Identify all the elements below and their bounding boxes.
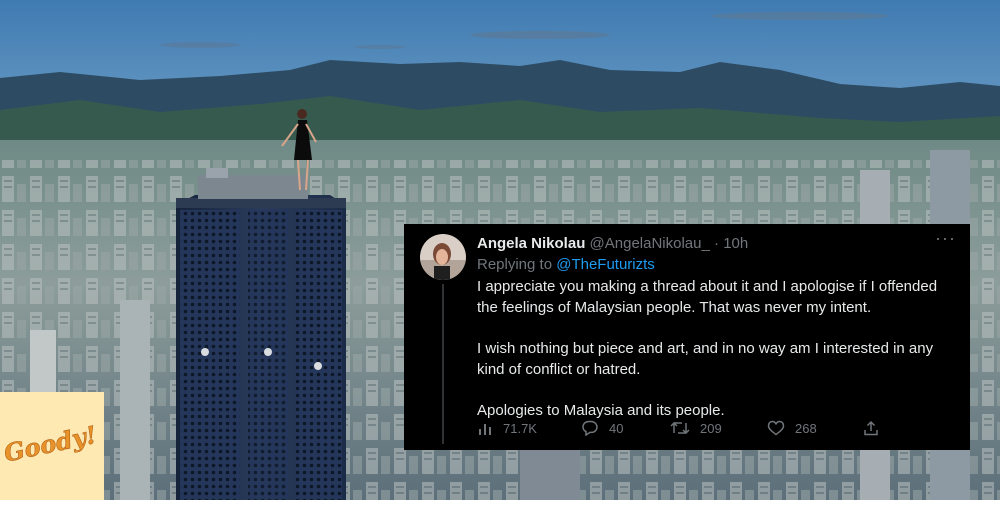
- share-icon: [864, 420, 878, 436]
- like-icon: [767, 420, 785, 436]
- reply-count: 40: [609, 420, 624, 436]
- share-button[interactable]: [863, 420, 879, 436]
- goody-logo: Goody!: [0, 392, 104, 500]
- separator: ·: [714, 235, 720, 252]
- retweet-icon: [670, 421, 690, 435]
- tweet-paragraph: I appreciate you making a thread about i…: [477, 278, 938, 316]
- tweet-text: I appreciate you making a thread about i…: [477, 276, 962, 421]
- views-icon: [479, 424, 491, 435]
- reply-icon: [582, 420, 598, 436]
- more-icon[interactable]: ···: [935, 228, 956, 249]
- retweet-count: 209: [700, 420, 722, 436]
- tweet-paragraph: Apologies to Malaysia and its people.: [477, 402, 725, 419]
- tweet-header: Angela Nikolau @AngelaNikolau_ · 10h: [477, 235, 748, 252]
- replying-to: Replying to @TheFuturizts: [477, 256, 655, 273]
- tweet-card: Angela Nikolau @AngelaNikolau_ · 10h ···…: [404, 224, 970, 450]
- replying-prefix: Replying to: [477, 256, 557, 273]
- user-handle[interactable]: @AngelaNikolau_: [590, 235, 710, 252]
- goody-logo-text: Goody!: [1, 420, 99, 468]
- retweet-button[interactable]: 209: [670, 420, 722, 436]
- avatar[interactable]: [420, 234, 466, 280]
- reply-mention-link[interactable]: @TheFuturizts: [556, 256, 655, 273]
- like-count: 268: [795, 420, 817, 436]
- tweet-paragraph: I wish nothing but piece and art, and in…: [477, 340, 934, 378]
- reply-button[interactable]: 40: [581, 420, 623, 436]
- views-count: 71.7K: [503, 420, 537, 436]
- thread-line: [442, 284, 444, 444]
- like-button[interactable]: 268: [767, 420, 817, 436]
- timestamp[interactable]: 10h: [723, 235, 748, 252]
- views-button[interactable]: 71.7K: [477, 420, 537, 436]
- display-name[interactable]: Angela Nikolau: [477, 235, 585, 252]
- action-bar: 71.7K 40 209 268: [477, 420, 957, 442]
